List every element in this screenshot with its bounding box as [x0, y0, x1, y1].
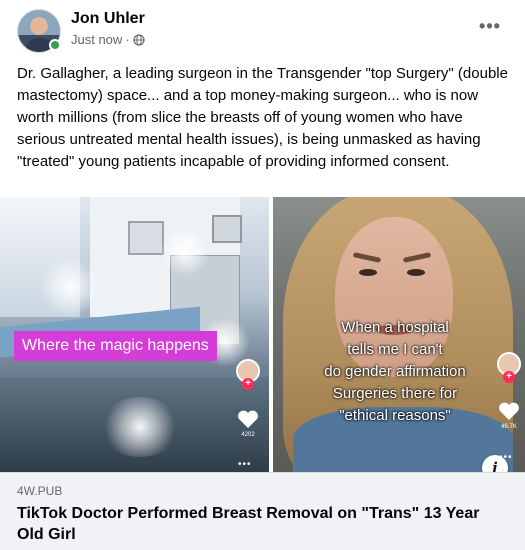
right-video-frame[interactable]: When a hospital tells me I can't do gend… — [273, 197, 525, 472]
post-text: Dr. Gallagher, a leading surgeon in the … — [17, 65, 508, 170]
share-dots-icon: ••• — [238, 459, 252, 470]
heart-icon — [499, 402, 519, 420]
right-caption-line: do gender affirmation — [324, 363, 466, 380]
left-caption: Where the magic happens — [14, 331, 217, 361]
post-media[interactable]: Where the magic happens + 4202 ••• When … — [0, 197, 525, 472]
like-count: 46.7K — [501, 424, 517, 430]
post-meta: Just now · — [71, 32, 145, 47]
left-video-frame[interactable]: Where the magic happens + 4202 ••• — [0, 197, 269, 472]
heart-icon — [238, 410, 258, 428]
right-caption-line: tells me I can't — [347, 341, 443, 358]
monitor-shape — [128, 221, 164, 255]
meta-separator: · — [125, 32, 130, 47]
follow-plus-icon: + — [503, 371, 515, 383]
right-caption-line: Surgeries there for — [332, 385, 458, 402]
right-caption: When a hospital tells me I can't do gend… — [295, 317, 495, 427]
post-timestamp[interactable]: Just now — [71, 32, 122, 47]
facebook-post: Jon Uhler Just now · ••• Dr. Gallagher, … — [0, 0, 525, 550]
link-preview[interactable]: 4W.PUB TikTok Doctor Performed Breast Re… — [0, 472, 525, 550]
link-title[interactable]: TikTok Doctor Performed Breast Removal o… — [17, 503, 497, 545]
online-status-dot — [49, 39, 61, 51]
globe-icon[interactable] — [133, 33, 145, 46]
right-caption-line: "ethical reasons" — [339, 407, 451, 424]
like-count: 4202 — [241, 432, 255, 438]
right-caption-line: When a hospital — [341, 319, 449, 336]
follow-plus-icon: + — [242, 378, 254, 390]
author-name[interactable]: Jon Uhler — [71, 10, 145, 28]
more-options-button[interactable]: ••• — [476, 12, 504, 40]
link-domain: 4W.PUB — [17, 484, 63, 498]
